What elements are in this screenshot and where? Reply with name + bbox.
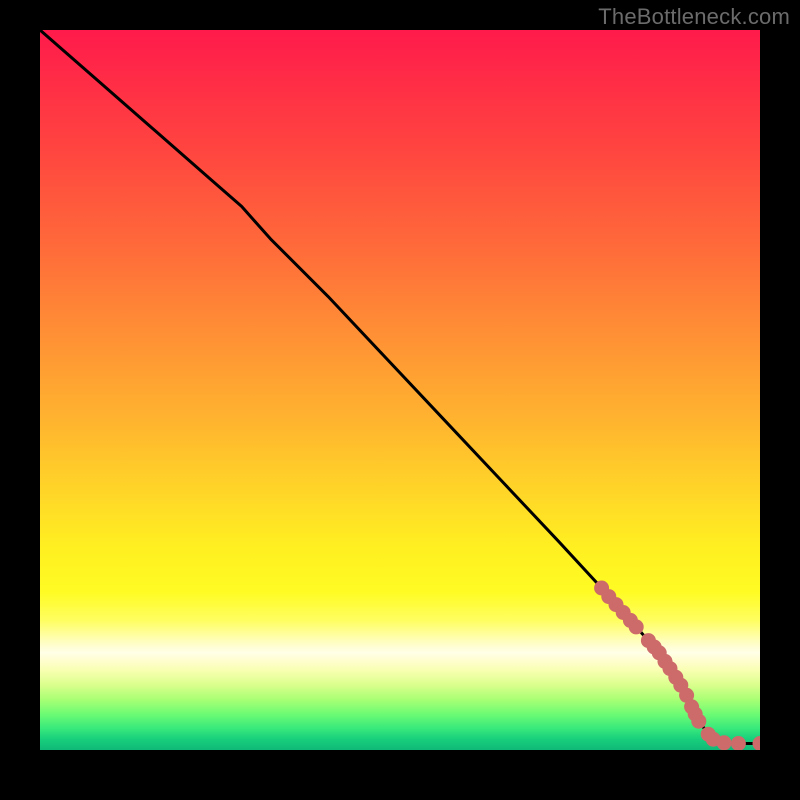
marker-group	[594, 581, 760, 751]
chart-overlay	[40, 30, 760, 750]
plot-area	[40, 30, 760, 750]
chart-frame: TheBottleneck.com	[0, 0, 800, 800]
marker-dot	[691, 714, 706, 729]
marker-dot	[731, 736, 746, 750]
marker-dot	[629, 619, 644, 634]
marker-dot	[717, 735, 732, 750]
watermark-text: TheBottleneck.com	[598, 4, 790, 30]
marker-dot	[753, 736, 761, 750]
